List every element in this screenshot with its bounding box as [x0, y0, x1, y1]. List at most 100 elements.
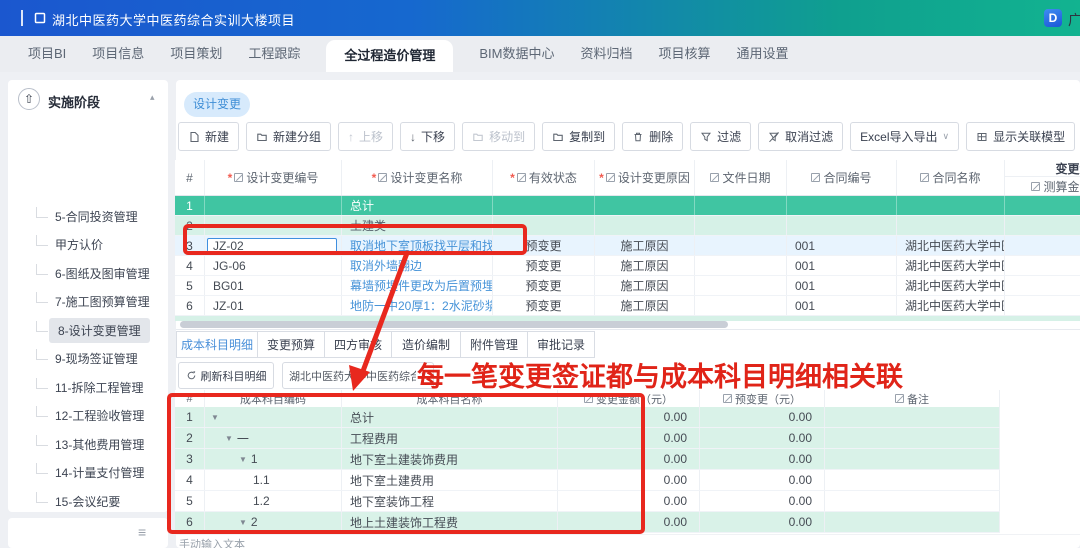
change-name-link[interactable]: 地防一中20厚1：2水泥砂浆找平... [342, 296, 493, 315]
cancel-filter-button[interactable]: 取消过滤 [758, 122, 843, 151]
edit-icon [378, 173, 387, 182]
chevron-down-icon: ∨ [943, 131, 950, 142]
change-name-link[interactable]: 取消外墙翻边 [342, 256, 493, 275]
detail-tab-four-party-review[interactable]: 四方审核 [324, 331, 392, 358]
col-header-note: 备注 [825, 390, 1000, 407]
status-divider [176, 534, 1080, 535]
new-doc-icon [188, 131, 200, 143]
tree-caret-icon[interactable]: ▼ [225, 434, 233, 443]
change-code-input[interactable]: JZ-02 [207, 238, 337, 254]
nav-tab-project-bi[interactable]: 项目BI [28, 36, 66, 72]
tree-branch-icon [36, 207, 48, 218]
change-name-link[interactable]: 取消地下室顶板找平层和找坡层 [342, 236, 493, 255]
edit-icon [517, 173, 526, 182]
excel-import-export-button[interactable]: Excel导入导出 ∨ [850, 122, 959, 151]
required-mark: * [599, 171, 604, 185]
nav-tab-progress[interactable]: 工程跟踪 [248, 36, 300, 72]
sidebar-item-demolition[interactable]: 11-拆除工程管理 [12, 375, 164, 399]
cost-row[interactable]: 2 ▼一 工程费用 0.00 0.00 [175, 428, 1000, 449]
move-up-button[interactable]: ↑ 上移 [338, 122, 393, 151]
col-header-status: *有效状态 [493, 160, 595, 195]
folder-move-icon [472, 131, 484, 143]
title-bar: 湖北中医药大学中医药综合实训大楼项目 [0, 0, 1080, 36]
table-row-total[interactable]: 1 总计 [175, 196, 1080, 216]
new-button[interactable]: 新建 [178, 122, 239, 151]
table-row-selected[interactable]: 3 JZ-02 取消地下室顶板找平层和找坡层 预变更 施工原因 001 湖北中医… [175, 236, 1080, 256]
tree-branch-icon [36, 292, 48, 303]
tree-branch-icon [36, 406, 48, 417]
cost-row[interactable]: 4 1.1 地下室土建费用 0.00 0.00 [175, 470, 1000, 491]
table-row[interactable]: 6 JZ-01 地防一中20厚1：2水泥砂浆找平... 预变更 施工原因 001… [175, 296, 1080, 316]
required-mark: * [372, 171, 377, 185]
show-linked-model-button[interactable]: 显示关联模型 [966, 122, 1075, 151]
edit-icon [710, 173, 719, 182]
sidebar-item-other-fees[interactable]: 13-其他费用管理 [12, 432, 164, 456]
nav-tab-settings[interactable]: 通用设置 [737, 36, 789, 72]
sidebar-item-contract-investment[interactable]: 5-合同投资管理 [12, 204, 164, 228]
col-header-reason: *设计变更原因 [595, 160, 695, 195]
edit-icon [234, 173, 243, 182]
tree-branch-icon [36, 321, 48, 332]
col-header-change-name: *设计变更名称 [342, 160, 493, 195]
sidebar-item-acceptance[interactable]: 12-工程验收管理 [12, 404, 164, 428]
view-tab-design-change[interactable]: 设计变更 [184, 92, 250, 117]
move-down-button[interactable]: ↓ 下移 [400, 122, 455, 151]
move-to-button[interactable]: 移动到 [462, 122, 535, 151]
edit-icon [920, 173, 929, 182]
sidebar-item-payment[interactable]: 14-计量支付管理 [12, 461, 164, 485]
filter-button[interactable]: 过滤 [690, 122, 751, 151]
edit-icon [723, 394, 732, 403]
col-header-contract-no: 合同编号 [787, 160, 897, 195]
sidebar-item-owner-pricing[interactable]: 甲方认价 [12, 233, 164, 257]
model-grid-icon [976, 131, 988, 143]
edit-icon [606, 173, 615, 182]
nav-tab-archive[interactable]: 资料归档 [580, 36, 632, 72]
project-dropdown[interactable]: 湖北中医药大学中医药综合 ∨ [282, 362, 434, 389]
project-title: 湖北中医药大学中医药综合实训大楼项目 [52, 10, 295, 29]
panel-divider [176, 329, 1080, 330]
horizontal-scrollbar-thumb[interactable] [180, 321, 728, 328]
required-mark: * [228, 171, 233, 185]
tree-caret-icon[interactable]: ▼ [239, 518, 247, 527]
sidebar-item-construction-budget[interactable]: 7-施工图预算管理 [12, 290, 164, 314]
sidebar-collapse-icon[interactable]: ≡ [138, 524, 146, 540]
sidebar-item-site-visa[interactable]: 9-现场签证管理 [12, 347, 164, 371]
change-name-link[interactable]: 幕墙预埋件更改为后置预埋件+化... [342, 276, 493, 295]
detail-tab-approval-records[interactable]: 审批记录 [527, 331, 595, 358]
nav-tab-accounting[interactable]: 项目核算 [659, 36, 711, 72]
cost-row[interactable]: 5 1.2 地下室装饰工程 0.00 0.00 [175, 491, 1000, 512]
detail-tab-attachments[interactable]: 附件管理 [460, 331, 528, 358]
nav-tab-cost-management[interactable]: 全过程造价管理 [326, 40, 453, 72]
delete-button[interactable]: 删除 [622, 122, 683, 151]
nav-tab-project-plan[interactable]: 项目策划 [170, 36, 222, 72]
refresh-cost-items-button[interactable]: 刷新科目明细 [178, 362, 274, 389]
trash-icon [632, 131, 644, 143]
nav-tab-project-info[interactable]: 项目信息 [92, 36, 144, 72]
table-row-group-civil[interactable]: 2 土建类 [175, 216, 1080, 236]
sidebar-item-design-change[interactable]: 8-设计变更管理 [12, 318, 164, 342]
funnel-off-icon [768, 131, 780, 143]
main-nav: 项目BI 项目信息 项目策划 工程跟踪 全过程造价管理 BIM数据中心 资料归档… [0, 36, 1080, 72]
nav-tab-bim-center[interactable]: BIM数据中心 [479, 36, 554, 72]
col-header-file-date: 文件日期 [695, 160, 787, 195]
collapse-caret-icon[interactable]: ▴ [150, 92, 155, 103]
tree-caret-icon[interactable]: ▼ [239, 455, 247, 464]
tree-caret-icon[interactable]: ▼ [211, 413, 219, 422]
folder-copy-icon [552, 131, 564, 143]
copy-to-button[interactable]: 复制到 [542, 122, 615, 151]
col-header-contract-name: 合同名称 [897, 160, 1005, 195]
cost-row-total[interactable]: 1 ▼ 总计 0.00 0.00 [175, 407, 1000, 428]
detail-tab-change-budget[interactable]: 变更预算 [257, 331, 325, 358]
detail-tab-cost-compilation[interactable]: 造价编制 [391, 331, 461, 358]
detail-tab-cost-items[interactable]: 成本科目明细 [176, 331, 258, 358]
cost-row[interactable]: 3 ▼1 地下室土建装饰费用 0.00 0.00 [175, 449, 1000, 470]
cost-row[interactable]: 6 ▼2 地上土建装饰工程费 0.00 0.00 [175, 512, 1000, 533]
sidebar-item-meeting-minutes[interactable]: 15-会议纪要 [12, 489, 164, 513]
table-row[interactable]: 5 BG01 幕墙预埋件更改为后置预埋件+化... 预变更 施工原因 001 湖… [175, 276, 1080, 296]
sidebar-item-drawings[interactable]: 6-图纸及图审管理 [12, 261, 164, 285]
table-row[interactable]: 4 JG-06 取消外墙翻边 预变更 施工原因 001 湖北中医药大学中医药..… [175, 256, 1080, 276]
brand-text: 广 [1068, 10, 1080, 30]
tree-branch-icon [36, 492, 48, 503]
new-group-button[interactable]: 新建分组 [246, 122, 331, 151]
brand-logo-icon: D [1044, 9, 1062, 27]
